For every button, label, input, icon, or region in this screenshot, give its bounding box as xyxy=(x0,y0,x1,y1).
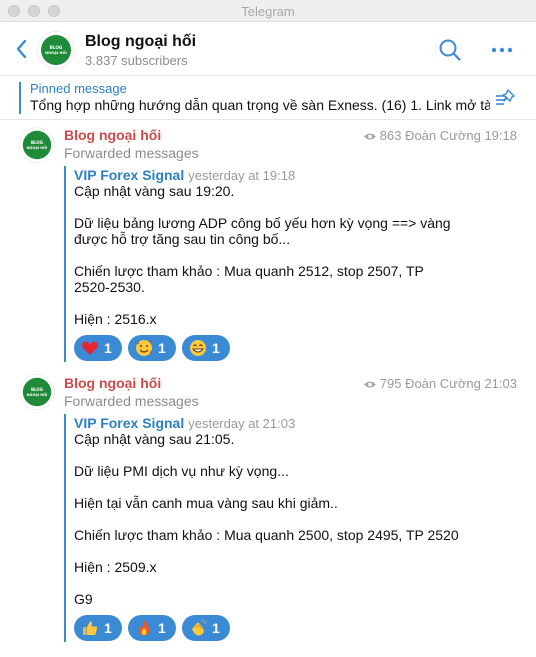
views-eye-icon xyxy=(363,133,376,140)
message-sender[interactable]: Blog ngoại hối xyxy=(64,127,161,143)
message-line: G9 xyxy=(74,591,93,607)
forwarded-time: yesterday at 19:18 xyxy=(188,168,296,183)
subscriber-count: 3.837 subscribers xyxy=(85,53,188,68)
forward-accent-bar xyxy=(64,414,66,642)
heart-icon xyxy=(82,341,98,355)
reaction-count: 1 xyxy=(158,340,166,356)
reaction-smiling-face-with-hearts[interactable]: 1 xyxy=(128,335,176,361)
reaction-count: 1 xyxy=(212,340,220,356)
window-title: Telegram xyxy=(241,4,295,19)
pinned-accent-bar xyxy=(19,82,21,114)
message-body: Cập nhật vàng sau 19:20. Dữ liệu bảng lư… xyxy=(74,183,474,327)
svg-text:NGOẠI HỐI: NGOẠI HỐI xyxy=(45,50,67,55)
message-line: Dữ liệu PMI dịch vụ như kỳ vọng... xyxy=(74,463,289,479)
pinned-title: Pinned message xyxy=(30,81,127,96)
search-button[interactable] xyxy=(438,38,462,62)
message-meta: 795 Đoàn Cường 21:03 xyxy=(363,376,517,391)
message-body: Cập nhật vàng sau 21:05. Dữ liệu PMI dịc… xyxy=(74,431,474,607)
svg-text:BLOG: BLOG xyxy=(31,387,43,392)
svg-text:BLOG: BLOG xyxy=(50,45,63,50)
chat-header: BLOG NGOẠI HỐI Blog ngoại hối 3.837 subs… xyxy=(0,22,536,76)
forwarded-from-name[interactable]: VIP Forex Signal xyxy=(74,415,184,431)
reaction-fire[interactable]: 1 xyxy=(128,615,176,641)
clapping-hands-icon xyxy=(192,619,207,636)
reactions-row: 1 1 1 xyxy=(74,335,230,361)
message-line: Hiện : 2509.x xyxy=(74,559,157,575)
message-line: Cập nhật vàng sau 19:20. xyxy=(74,183,235,199)
reaction-count: 1 xyxy=(212,620,220,636)
view-count: 863 xyxy=(379,128,402,143)
pinned-text: Tổng hợp những hướng dẫn quan trọng về s… xyxy=(30,97,490,113)
reaction-count: 1 xyxy=(104,620,112,636)
message-line: Cập nhật vàng sau 21:05. xyxy=(74,431,235,447)
reaction-clapping-hands[interactable]: 1 xyxy=(182,615,230,641)
channel-name[interactable]: Blog ngoại hối xyxy=(85,33,196,51)
message-time: 19:18 xyxy=(484,128,517,143)
reaction-heart[interactable]: 1 xyxy=(74,335,122,361)
views-eye-icon xyxy=(363,381,376,388)
fire-icon xyxy=(139,620,149,636)
forwarded-label: Forwarded messages xyxy=(64,393,199,409)
svg-text:NGOẠI HỐI: NGOẠI HỐI xyxy=(27,392,48,397)
reaction-count: 1 xyxy=(104,340,112,356)
pinned-message-bar[interactable]: Pinned message Tổng hợp những hướng dẫn … xyxy=(0,76,536,120)
reaction-count: 1 xyxy=(158,620,166,636)
forwarded-from: VIP Forex Signal yesterday at 21:03 xyxy=(74,415,295,431)
message-line: Hiện : 2516.x xyxy=(74,311,157,327)
message-meta: 863 Đoàn Cường 19:18 xyxy=(363,128,517,143)
message-line: 2520-2530. xyxy=(74,279,145,295)
more-dots-icon xyxy=(491,47,513,53)
message-author: Đoàn Cường xyxy=(405,376,481,391)
pin-list-button[interactable] xyxy=(495,87,517,109)
reactions-row: 1 1 1 xyxy=(74,615,230,641)
message-line: được hỗ trợ tăng sau tin công bố... xyxy=(74,231,291,247)
channel-avatar[interactable]: BLOG NGOẠI HỐI xyxy=(37,31,75,69)
blog-logo: BLOG NGOẠI HỐI xyxy=(19,374,55,410)
message-2-avatar[interactable]: BLOG NGOẠI HỐI xyxy=(19,374,55,410)
message-line: Chiến lược tham khảo : Mua quanh 2512, s… xyxy=(74,263,424,279)
message-time: 21:03 xyxy=(484,376,517,391)
more-options-button[interactable] xyxy=(490,38,514,62)
reaction-thumbs-up[interactable]: 1 xyxy=(74,615,122,641)
forwarded-label: Forwarded messages xyxy=(64,145,199,161)
pin-list-icon xyxy=(496,89,515,105)
svg-text:BLOG: BLOG xyxy=(31,140,43,145)
forwarded-from-name[interactable]: VIP Forex Signal xyxy=(74,167,184,183)
svg-text:NGOẠI HỐI: NGOẠI HỐI xyxy=(27,145,48,150)
view-count: 795 xyxy=(379,376,402,391)
chevron-left-icon xyxy=(16,39,27,59)
blog-logo: BLOG NGOẠI HỐI xyxy=(19,127,55,163)
forward-accent-bar xyxy=(64,166,66,362)
window-titlebar: Telegram xyxy=(0,0,536,22)
forwarded-time: yesterday at 21:03 xyxy=(188,416,296,431)
beaming-face-icon xyxy=(190,340,206,356)
search-icon xyxy=(439,39,461,61)
thumbs-up-icon xyxy=(83,621,98,635)
message-line: Dữ liệu bảng lương ADP công bố yếu hơn k… xyxy=(74,215,451,231)
blog-logo: BLOG NGOẠI HỐI xyxy=(37,31,75,69)
message-line: Hiện tại vẫn canh mua vàng sau khi giảm.… xyxy=(74,495,338,511)
back-button[interactable] xyxy=(14,38,30,60)
message-author: Đoàn Cường xyxy=(405,128,481,143)
message-sender[interactable]: Blog ngoại hối xyxy=(64,375,161,391)
smiling-face-with-hearts-icon xyxy=(136,340,152,356)
forwarded-from: VIP Forex Signal yesterday at 19:18 xyxy=(74,167,295,183)
reaction-beaming-face[interactable]: 1 xyxy=(182,335,230,361)
message-1-avatar[interactable]: BLOG NGOẠI HỐI xyxy=(19,127,55,163)
message-line: Chiến lược tham khảo : Mua quanh 2500, s… xyxy=(74,527,459,543)
